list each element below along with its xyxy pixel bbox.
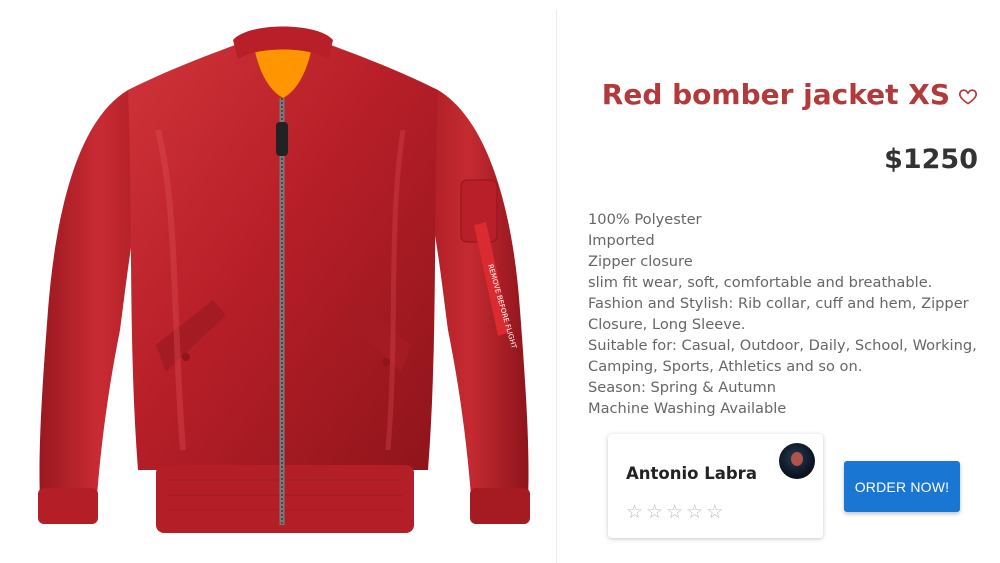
order-now-button[interactable]: ORDER NOW! — [844, 461, 960, 512]
avatar[interactable] — [779, 443, 815, 479]
description-line: slim fit wear, soft, comfortable and bre… — [588, 274, 933, 291]
review-card: Antonio Labra ☆ ☆ ☆ ☆ ☆ — [608, 434, 823, 538]
star-icon[interactable]: ☆ — [686, 503, 703, 522]
heart-outline-icon[interactable] — [958, 86, 978, 106]
description-line: Season: Spring & Autumn — [588, 379, 776, 396]
product-image: REMOVE BEFORE FLIGHT — [38, 26, 530, 533]
description-line: Machine Washing Available — [588, 400, 787, 417]
product-image-panel: REMOVE BEFORE FLIGHT — [8, 10, 557, 563]
star-icon[interactable]: ☆ — [706, 503, 723, 522]
star-icon[interactable]: ☆ — [646, 503, 663, 522]
product-price: $1250 — [884, 144, 978, 175]
reviewer-name: Antonio Labra — [626, 464, 757, 483]
description-line: Fashion and Stylish: Rib collar, cuff an… — [588, 295, 969, 333]
product-title: Red bomber jacket XS — [601, 78, 950, 111]
title-row: Red bomber jacket XS — [602, 78, 978, 111]
description-line: Imported — [588, 232, 655, 249]
star-rating: ☆ ☆ ☆ ☆ ☆ — [626, 503, 723, 522]
star-icon[interactable]: ☆ — [626, 503, 643, 522]
description-line: Suitable for: Casual, Outdoor, Daily, Sc… — [588, 337, 977, 375]
star-icon[interactable]: ☆ — [666, 503, 683, 522]
avatar-face — [791, 452, 803, 466]
description-line: Zipper closure — [588, 253, 693, 270]
description-line: 100% Polyester — [588, 211, 702, 228]
product-description: 100% Polyester Imported Zipper closure s… — [588, 209, 980, 419]
